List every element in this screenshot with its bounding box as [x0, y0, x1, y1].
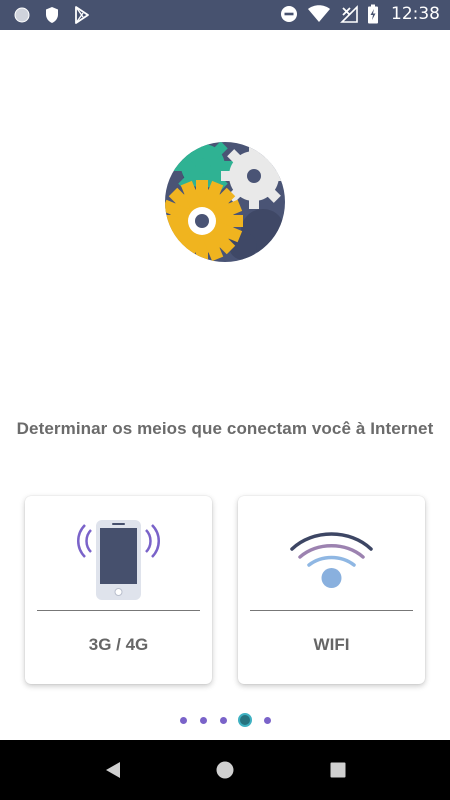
mobile-phone-icon — [25, 516, 212, 606]
headline: Determinar os meios que conectam você à … — [16, 419, 434, 438]
page-dot-5[interactable] — [263, 716, 271, 724]
do-not-disturb-icon — [279, 4, 299, 24]
wifi-signal-icon — [238, 516, 425, 606]
home-button[interactable] — [215, 760, 235, 780]
page-dot-3[interactable] — [219, 716, 227, 724]
back-button[interactable] — [103, 760, 123, 780]
mobile-data-label: 3G / 4G — [88, 635, 149, 654]
battery-icon — [367, 4, 379, 24]
shield-icon — [42, 5, 62, 25]
no-signal-icon — [339, 4, 359, 24]
page-dot-2[interactable] — [199, 716, 207, 724]
status-bar: 12:38 — [0, 0, 450, 30]
card-divider — [250, 610, 413, 611]
page-indicator — [0, 711, 450, 729]
circle-icon — [12, 5, 32, 25]
navigation-bar — [0, 740, 450, 800]
play-store-icon — [72, 5, 92, 25]
gears-logo-icon — [163, 141, 287, 263]
card-divider — [37, 610, 200, 611]
mobile-data-card[interactable]: 3G / 4G — [25, 496, 212, 684]
wifi-label: WIFI — [313, 635, 350, 654]
wifi-icon — [307, 4, 331, 24]
page-dot-1[interactable] — [179, 716, 187, 724]
page-dot-4-active[interactable] — [238, 713, 252, 727]
status-time: 12:38 — [391, 4, 440, 24]
recents-button[interactable] — [328, 760, 348, 780]
wifi-card[interactable]: WIFI — [238, 496, 425, 684]
